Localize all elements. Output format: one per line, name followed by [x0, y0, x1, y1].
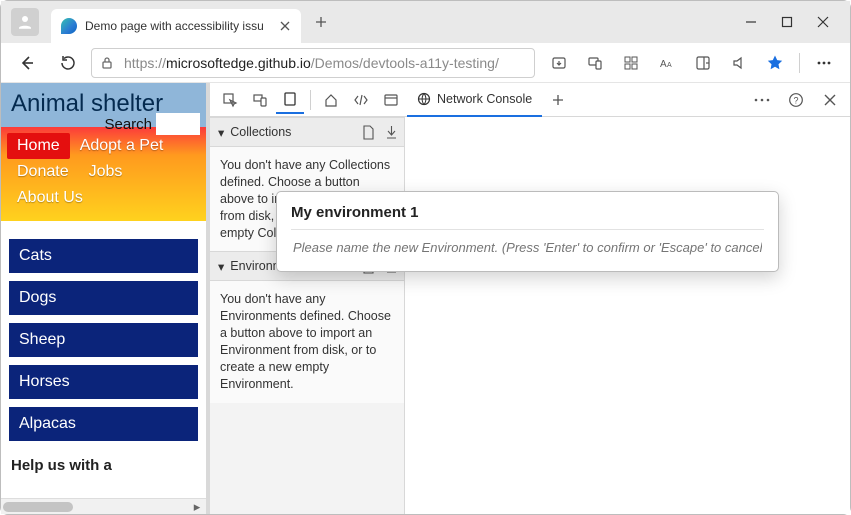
profile-avatar[interactable] — [11, 8, 39, 36]
list-item[interactable]: Horses — [9, 365, 198, 399]
back-button[interactable] — [11, 47, 43, 79]
address-bar: https://microsoftedge.github.io/Demos/de… — [1, 43, 850, 83]
tab-sources-icon[interactable] — [347, 86, 375, 114]
page-pane: Animal shelter Search Home Adopt a Pet D… — [1, 83, 206, 514]
url-path: /Demos/devtools-a11y-testing/ — [311, 55, 499, 71]
device-emulate-icon[interactable] — [579, 47, 611, 79]
chevron-down-icon: ▾ — [218, 259, 224, 274]
devtools-main: Create a request Import a collection Lea… — [405, 117, 850, 514]
devtools-pane: Network Console ? ▾ Collections Yo — [210, 83, 850, 514]
tab-label: Network Console — [437, 92, 532, 106]
app-available-icon[interactable] — [543, 47, 575, 79]
main-nav: Home Adopt a Pet Donate Jobs About Us — [1, 127, 206, 221]
nav-adopt[interactable]: Adopt a Pet — [70, 133, 174, 159]
read-aloud-icon[interactable] — [723, 47, 755, 79]
inspect-icon[interactable] — [216, 86, 244, 114]
nav-jobs[interactable]: Jobs — [79, 159, 133, 185]
tab-title: Demo page with accessibility issu — [85, 19, 277, 33]
svg-text:A: A — [667, 62, 672, 69]
section-label: Collections — [230, 125, 291, 139]
window-close-icon[interactable] — [816, 15, 830, 29]
tab-console-icon[interactable] — [377, 86, 405, 114]
horizontal-scrollbar[interactable]: ▸ — [1, 498, 206, 514]
device-toggle-icon[interactable] — [246, 86, 274, 114]
window-titlebar: Demo page with accessibility issu — [1, 1, 850, 43]
nav-about[interactable]: About Us — [7, 185, 93, 211]
devtools-sidebar: ▾ Collections You don't have any Collect… — [210, 117, 405, 514]
globe-icon — [417, 92, 431, 106]
devtools-body: ▾ Collections You don't have any Collect… — [210, 117, 850, 514]
window-maximize-icon[interactable] — [780, 15, 794, 29]
lock-icon — [100, 56, 114, 70]
help-heading: Help us with a — [1, 447, 206, 474]
favorite-star-icon[interactable] — [759, 47, 791, 79]
more-tabs-button[interactable] — [544, 86, 572, 114]
list-item[interactable]: Cats — [9, 239, 198, 273]
list-item[interactable]: Dogs — [9, 281, 198, 315]
scrollbar-thumb[interactable] — [3, 502, 73, 512]
help-icon[interactable]: ? — [782, 86, 810, 114]
devtools-toolbar: Network Console ? — [210, 83, 850, 117]
url-box[interactable]: https://microsoftedge.github.io/Demos/de… — [91, 48, 535, 78]
menu-button[interactable] — [808, 47, 840, 79]
extensions-icon[interactable] — [615, 47, 647, 79]
tab-close-icon[interactable] — [277, 18, 293, 34]
tab-welcome-icon[interactable] — [276, 86, 304, 114]
svg-text:?: ? — [794, 96, 799, 106]
environments-empty-text: You don't have any Environments defined.… — [210, 281, 404, 402]
tab-network-console[interactable]: Network Console — [407, 83, 542, 117]
search-input[interactable] — [156, 113, 200, 135]
new-tab-button[interactable] — [307, 8, 335, 36]
nav-donate[interactable]: Donate — [7, 159, 79, 185]
devtools-more-icon[interactable] — [748, 86, 776, 114]
environment-name-popover: My environment 1 — [276, 191, 779, 272]
nav-home[interactable]: Home — [7, 133, 70, 159]
text-size-icon[interactable]: AA — [651, 47, 683, 79]
tab-elements-icon[interactable] — [317, 86, 345, 114]
window-minimize-icon[interactable] — [744, 15, 758, 29]
collections-icon[interactable] — [687, 47, 719, 79]
window-controls — [744, 1, 844, 43]
environment-name-value: My environment 1 — [291, 204, 764, 229]
url-scheme: https:// — [124, 55, 166, 71]
devtools-close-icon[interactable] — [816, 86, 844, 114]
url-host: microsoftedge.github.io — [166, 55, 311, 71]
new-file-icon[interactable] — [362, 125, 375, 140]
browser-tab[interactable]: Demo page with accessibility issu — [51, 9, 301, 43]
list-item[interactable]: Alpacas — [9, 407, 198, 441]
search-label: Search — [104, 116, 152, 133]
chevron-down-icon: ▾ — [218, 125, 224, 140]
import-icon[interactable] — [385, 125, 398, 140]
list-item[interactable]: Sheep — [9, 323, 198, 357]
environment-name-input[interactable] — [291, 229, 764, 257]
edge-icon — [61, 18, 77, 34]
refresh-button[interactable] — [51, 47, 83, 79]
section-collections[interactable]: ▾ Collections — [210, 117, 404, 147]
page-header: Animal shelter Search — [1, 83, 206, 127]
svg-text:A: A — [660, 59, 667, 70]
chevron-right-icon[interactable]: ▸ — [190, 499, 204, 515]
content-area: Animal shelter Search Home Adopt a Pet D… — [1, 83, 850, 514]
category-list: Cats Dogs Sheep Horses Alpacas — [1, 221, 206, 447]
